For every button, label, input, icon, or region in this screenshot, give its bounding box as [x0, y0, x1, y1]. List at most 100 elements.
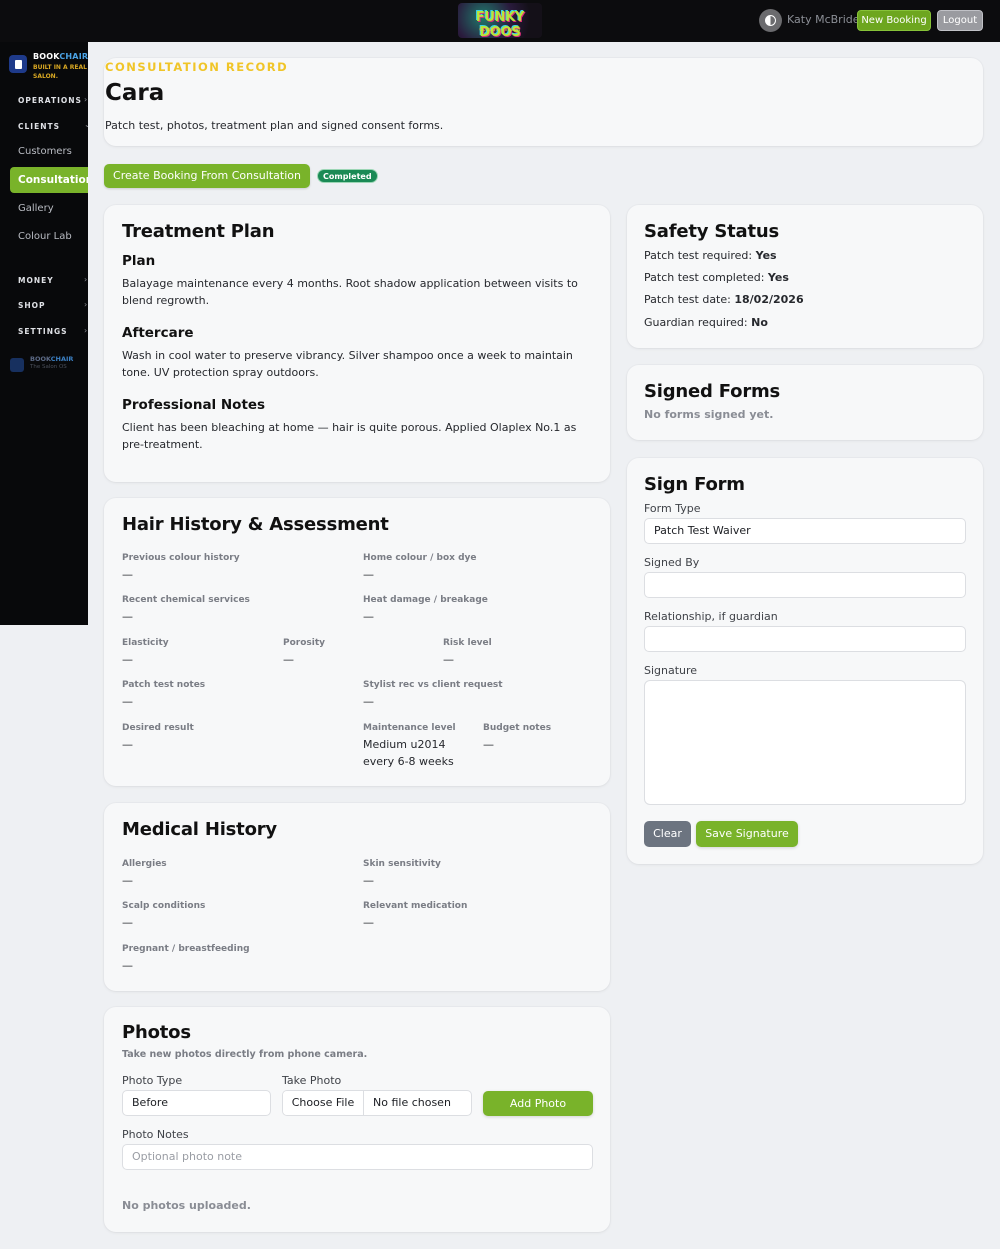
take-photo-label: Take Photo [282, 1074, 342, 1087]
sidebar-section-settings[interactable]: SETTINGS [18, 327, 68, 336]
sidebar-item-consultations[interactable]: Consultations [10, 167, 88, 193]
add-photo-button[interactable]: Add Photo [483, 1091, 593, 1116]
field-value: — [122, 874, 133, 887]
treatment-plan-card: Treatment Plan Plan Balayage maintenance… [104, 205, 610, 482]
field-value: — [122, 568, 133, 581]
brand-tagline: BUILT IN A REAL SALON. [33, 64, 87, 80]
field-label: Porosity [283, 638, 326, 648]
sidebar-item-colour-lab[interactable]: Colour Lab [18, 231, 72, 242]
page-subtitle: Patch test, photos, treatment plan and s… [105, 119, 444, 132]
top-bar: FUNKY DOOS COLOUR · SALON Katy McBride N… [0, 0, 1000, 42]
plan-heading: Plan [122, 253, 156, 269]
relationship-input[interactable] [644, 626, 966, 652]
field-value: — [122, 916, 133, 929]
chevron-right-icon[interactable]: › [84, 95, 87, 104]
sign-form-title: Sign Form [644, 474, 745, 495]
field-label: Risk level [443, 638, 492, 648]
theme-toggle-icon[interactable] [759, 9, 782, 32]
field-label: Stylist rec vs client request [363, 680, 503, 690]
form-type-label: Form Type [644, 502, 701, 515]
medical-history-card: Medical History Allergies — Skin sensiti… [104, 803, 610, 991]
field-value: — [122, 610, 133, 623]
patch-date-line: Patch test date: 18/02/2026 [644, 293, 804, 306]
hair-history-card: Hair History & Assessment Previous colou… [104, 498, 610, 786]
clear-signature-button[interactable]: Clear [644, 821, 691, 847]
form-type-select[interactable]: Patch Test Waiver [644, 518, 966, 544]
logo-subtext: COLOUR · SALON [479, 27, 521, 32]
field-value: — [363, 610, 374, 623]
hair-history-title: Hair History & Assessment [122, 514, 389, 535]
field-value: — [363, 695, 374, 708]
status-badge: Completed [317, 169, 378, 183]
field-value: — [363, 874, 374, 887]
field-label: Patch test notes [122, 680, 206, 690]
chevron-down-icon[interactable]: ⌄ [84, 120, 88, 129]
guardian-required-line: Guardian required: No [644, 316, 768, 329]
take-photo-file-input[interactable]: Choose File No file chosen [282, 1090, 472, 1116]
save-signature-button[interactable]: Save Signature [696, 821, 798, 847]
plan-text: Balayage maintenance every 4 months. Roo… [122, 277, 578, 307]
safety-status-title: Safety Status [644, 221, 780, 242]
create-booking-button[interactable]: Create Booking From Consultation [104, 164, 310, 188]
field-label: Relevant medication [363, 901, 468, 911]
signed-forms-title: Signed Forms [644, 381, 781, 402]
salon-logo[interactable]: FUNKY DOOS COLOUR · SALON [458, 3, 542, 38]
field-label: Allergies [122, 859, 167, 869]
chevron-right-icon[interactable]: › [84, 275, 87, 284]
footer-brand-name: BOOKCHAIR [30, 355, 74, 363]
field-value: Medium u2014 every 6-8 weeks [363, 738, 454, 768]
signature-label: Signature [644, 664, 698, 677]
logout-button[interactable]: Logout [937, 10, 983, 31]
chevron-right-icon[interactable]: › [84, 326, 87, 335]
professional-notes-heading: Professional Notes [122, 397, 266, 413]
field-value: — [122, 695, 133, 708]
field-label: Previous colour history [122, 553, 240, 563]
field-label: Maintenance level [363, 723, 456, 733]
field-label: Budget notes [483, 723, 552, 733]
treatment-plan-title: Treatment Plan [122, 221, 275, 242]
new-booking-button[interactable]: New Booking [857, 10, 931, 31]
field-label: Pregnant / breastfeeding [122, 944, 250, 954]
chevron-right-icon[interactable]: › [84, 300, 87, 309]
sidebar-section-shop[interactable]: SHOP [18, 301, 46, 310]
bookchair-logo-icon [9, 55, 27, 73]
field-value: — [363, 916, 374, 929]
field-label: Elasticity [122, 638, 169, 648]
field-value: — [483, 738, 494, 751]
signed-by-input[interactable] [644, 572, 966, 598]
field-value: — [283, 653, 294, 666]
field-value: — [443, 653, 454, 666]
photos-title: Photos [122, 1022, 191, 1043]
sidebar-section-clients[interactable]: CLIENTS [18, 122, 60, 131]
patch-required-line: Patch test required: Yes [644, 249, 777, 262]
relationship-label: Relationship, if guardian [644, 610, 778, 623]
medical-history-title: Medical History [122, 819, 277, 840]
logo-text: FUNKY DOOS [475, 10, 525, 38]
photos-card: Photos Take new photos directly from pho… [104, 1007, 610, 1232]
professional-notes-text: Client has been bleaching at home — hair… [122, 421, 577, 451]
field-value: — [122, 959, 133, 972]
sidebar-item-gallery[interactable]: Gallery [18, 203, 54, 214]
photos-hint: Take new photos directly from phone came… [122, 1049, 368, 1060]
signed-by-label: Signed By [644, 556, 700, 569]
photo-notes-label: Photo Notes [122, 1128, 189, 1141]
aftercare-text: Wash in cool water to preserve vibrancy.… [122, 349, 573, 379]
photos-empty-state: No photos uploaded. [122, 1199, 251, 1212]
photo-type-select[interactable]: Before [122, 1090, 271, 1116]
sidebar-section-money[interactable]: MONEY [18, 276, 54, 285]
user-name: Katy McBride [787, 13, 860, 26]
field-label: Home colour / box dye [363, 553, 477, 563]
patch-completed-line: Patch test completed: Yes [644, 271, 789, 284]
bookchair-small-icon [10, 358, 24, 372]
field-label: Skin sensitivity [363, 859, 441, 869]
sidebar-section-operations[interactable]: OPERATIONS [18, 96, 82, 105]
photo-notes-input[interactable]: Optional photo note [122, 1144, 593, 1170]
page-title: Cara [105, 80, 165, 106]
brand-name: BOOKCHAIR [33, 52, 88, 61]
sidebar-item-customers[interactable]: Customers [18, 146, 72, 157]
choose-file-button[interactable]: Choose File [283, 1091, 364, 1115]
footer-brand-sub: The Salon OS [30, 364, 67, 370]
signature-pad[interactable] [644, 680, 966, 805]
field-label: Heat damage / breakage [363, 595, 488, 605]
signed-forms-card: Signed Forms No forms signed yet. [627, 365, 983, 440]
